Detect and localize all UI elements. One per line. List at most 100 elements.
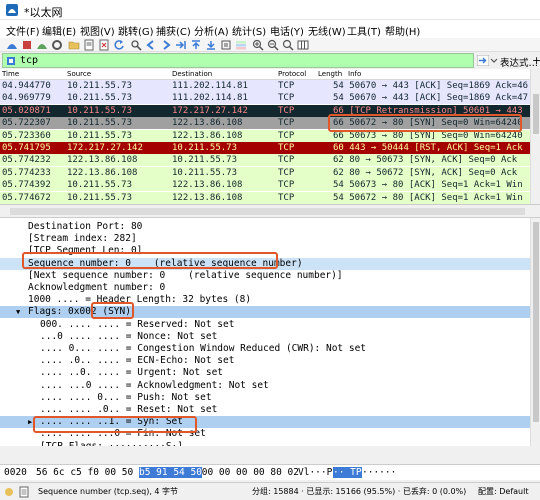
column-header-source[interactable]: Source — [67, 70, 91, 78]
menu-telephony[interactable]: 电话(Y) — [270, 23, 304, 38]
column-header-info[interactable]: Info — [348, 70, 361, 78]
capture-options-icon[interactable] — [51, 39, 63, 51]
packet-row[interactable]: 04.944770 10.211.55.73 111.202.114.81 TCP 54… — [0, 80, 530, 92]
detail-line[interactable]: .... ..0. .... = Urgent: Not set — [0, 367, 530, 379]
packet-cell-protocol: TCP — [278, 105, 295, 116]
apply-filter-icon[interactable] — [477, 55, 489, 66]
packet-cell-info: 60 443 → 50444 [RST, ACK] Seq=1 Ack — [333, 143, 523, 153]
detail-text: 1000 .... = Header Length: 32 bytes (8) — [28, 294, 252, 306]
detail-line[interactable]: Destination Port: 80 — [0, 221, 530, 233]
menu-capture[interactable]: 捕获(C) — [156, 23, 191, 38]
capture-file-properties-icon[interactable] — [18, 486, 30, 498]
bytes-ascii-selected[interactable]: ·· TP — [333, 467, 362, 478]
column-header-time[interactable]: Time — [2, 70, 19, 78]
find-packet-icon[interactable] — [130, 39, 142, 51]
detail-line[interactable]: .... ...0 .... = Acknowledgment: Not set — [0, 380, 530, 392]
filter-history-dropdown-icon[interactable] — [490, 55, 498, 66]
detail-line[interactable]: [TCP Flags: ··········S·] — [0, 441, 530, 446]
go-back-icon[interactable] — [145, 39, 157, 51]
collapse-arrow-icon[interactable]: ▶ — [28, 418, 32, 426]
menu-edit[interactable]: 编辑(E) — [42, 23, 76, 38]
go-to-packet-icon[interactable] — [175, 39, 187, 51]
detail-line[interactable]: .... .0.. .... = ECN-Echo: Not set — [0, 355, 530, 367]
expert-info-icon[interactable] — [4, 487, 14, 497]
close-file-icon[interactable] — [98, 39, 110, 51]
display-filter-input[interactable]: tcp — [2, 53, 474, 68]
packet-row[interactable]: 04.969779 10.211.55.73 111.202.114.81 TCP 54… — [0, 92, 530, 105]
packet-bytes-pane[interactable]: 0020 56 6c c5 f0 00 50 b5 91 54 50 00 00… — [0, 464, 540, 480]
display-filter-bar: tcp 表达式… + — [0, 52, 540, 69]
menu-wireless[interactable]: 无线(W) — [308, 23, 346, 38]
detail-line-selected[interactable]: ▼ Flags: 0x002 (SYN) — [0, 306, 530, 319]
colorize-icon[interactable] — [235, 39, 247, 51]
add-filter-button[interactable]: + — [532, 54, 540, 67]
detail-line[interactable]: ...0 .... .... = Nonce: Not set — [0, 331, 530, 343]
column-header-length[interactable]: Length — [318, 70, 342, 78]
go-forward-icon[interactable] — [160, 39, 172, 51]
bytes-hex-selected[interactable]: b5 91 54 50 — [139, 467, 202, 478]
packet-cell-protocol: TCP — [278, 155, 295, 166]
save-file-icon[interactable] — [83, 39, 95, 51]
menu-statistics[interactable]: 统计(S) — [232, 23, 266, 38]
packet-cell-time: 05.722307 — [2, 118, 51, 129]
detail-line[interactable]: [Stream index: 282] — [0, 233, 530, 245]
menu-go[interactable]: 跳转(G) — [118, 23, 154, 38]
autoscroll-icon[interactable] — [220, 39, 232, 51]
last-packet-icon[interactable] — [205, 39, 217, 51]
bytes-hex-pre[interactable]: 56 6c c5 f0 00 50 — [36, 467, 139, 478]
detail-line[interactable]: .... .... 0... = Push: Not set — [0, 392, 530, 404]
profile-indicator[interactable]: 配置: Default — [478, 486, 528, 497]
pane-splitter[interactable] — [0, 204, 540, 218]
packet-list-hscrollbar[interactable] — [10, 208, 525, 215]
bytes-hex-post[interactable]: 00 00 00 00 80 02 — [196, 467, 299, 478]
packet-cell-source: 10.211.55.73 — [67, 81, 133, 91]
display-filter-value[interactable]: tcp — [20, 55, 38, 66]
first-packet-icon[interactable] — [190, 39, 202, 51]
packet-cell-protocol: TCP — [278, 180, 295, 191]
wireshark-fin-icon — [6, 4, 18, 16]
resize-columns-icon[interactable] — [297, 39, 309, 51]
bookmark-icon[interactable] — [6, 56, 16, 66]
open-file-icon[interactable] — [68, 39, 80, 51]
packet-list[interactable]: 04.944770 10.211.55.73 111.202.114.81 TCP 54… — [0, 80, 530, 204]
packet-row[interactable]: 05.774232 122.13.86.108 10.211.55.73 TCP 62 … — [0, 154, 530, 167]
packet-cell-info: 62 80 → 50672 [SYN, ACK] Seq=0 Ack — [333, 167, 518, 178]
detail-line[interactable]: 1000 .... = Header Length: 32 bytes (8) — [0, 294, 530, 306]
packet-details-scrollbar[interactable] — [530, 218, 540, 446]
column-header-destination[interactable]: Destination — [172, 70, 212, 78]
menu-view[interactable]: 视图(V) — [80, 23, 115, 38]
packet-cell-destination: 122.13.86.108 — [172, 118, 243, 129]
menu-help[interactable]: 帮助(H) — [385, 23, 420, 38]
normal-size-icon[interactable] — [282, 39, 294, 51]
packet-cell-source: 122.13.86.108 — [67, 155, 138, 166]
main-toolbar — [0, 38, 540, 52]
packet-list-header: Time Source Destination Protocol Length … — [0, 69, 530, 80]
packet-row[interactable]: 05.774672 10.211.55.73 122.13.86.108 TCP 54 … — [0, 191, 530, 204]
zoom-out-icon[interactable] — [267, 39, 279, 51]
bytes-ascii-post[interactable]: ······ — [362, 467, 396, 478]
packet-row[interactable]: 05.774233 122.13.86.108 10.211.55.73 TCP 62 … — [0, 166, 530, 179]
detail-line[interactable]: [Next sequence number: 0 (relative seque… — [0, 270, 530, 282]
packet-row[interactable]: 05.774392 10.211.55.73 122.13.86.108 TCP 54 … — [0, 179, 530, 192]
packet-row[interactable]: 05.741795 172.217.27.142 10.211.55.73 TCP 60… — [0, 142, 530, 154]
packet-details-scroll-thumb[interactable] — [533, 222, 539, 422]
menu-tools[interactable]: 工具(T) — [347, 23, 381, 38]
detail-text: .... .... .0.. = Reset: Not set — [40, 404, 218, 415]
column-header-protocol[interactable]: Protocol — [278, 70, 306, 78]
stop-capture-icon[interactable] — [21, 39, 33, 51]
start-capture-icon[interactable] — [6, 39, 18, 51]
menu-analyze[interactable]: 分析(A) — [194, 23, 229, 38]
detail-line[interactable]: 000. .... .... = Reserved: Not set — [0, 319, 530, 331]
bytes-ascii-pre[interactable]: Vl···P — [298, 467, 332, 478]
detail-line[interactable]: .... .... .0.. = Reset: Not set — [0, 404, 530, 416]
packet-list-scroll-thumb[interactable] — [533, 94, 539, 134]
expand-arrow-icon[interactable]: ▼ — [16, 308, 20, 316]
menu-file[interactable]: 文件(F) — [6, 23, 40, 38]
detail-line[interactable]: .... 0... .... = Congestion Window Reduc… — [0, 343, 530, 355]
packet-list-scrollbar[interactable] — [530, 69, 540, 204]
reload-icon[interactable] — [113, 39, 125, 51]
zoom-in-icon[interactable] — [252, 39, 264, 51]
detail-line[interactable]: Acknowledgment number: 0 — [0, 282, 530, 294]
detail-text: [Next sequence number: 0 (relative seque… — [28, 269, 343, 281]
restart-capture-icon[interactable] — [36, 39, 48, 51]
